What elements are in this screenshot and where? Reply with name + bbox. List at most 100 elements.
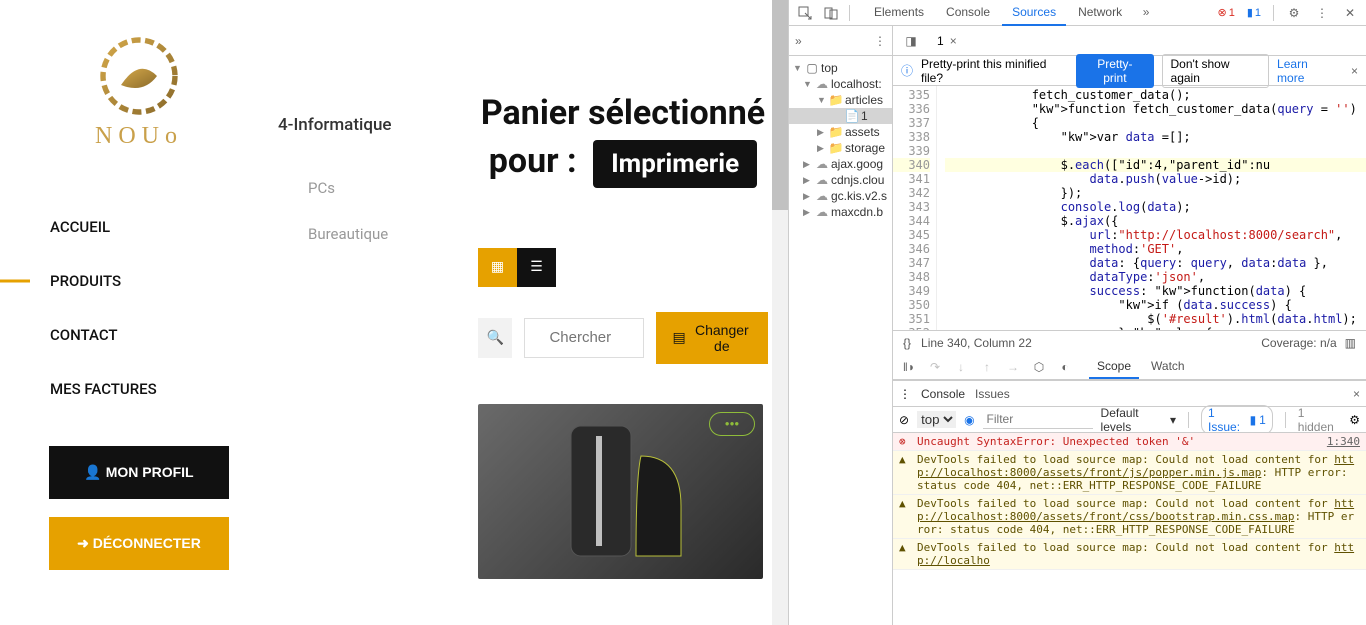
editor-tab[interactable]: 1 × (929, 29, 965, 53)
dont-show-button[interactable]: Don't show again (1162, 54, 1270, 88)
list-alt-icon: ▤ (672, 329, 685, 346)
step-icon[interactable]: → (1001, 356, 1025, 378)
subnav-bureautique[interactable]: Bureautique (278, 211, 458, 257)
log-levels-select[interactable]: Default levels ▾ (1101, 406, 1177, 434)
app-sidebar: NOUo ACCUEIL PRODUITS CONTACT MES FACTUR… (0, 0, 278, 625)
close-devtools-icon[interactable]: ✕ (1338, 1, 1362, 25)
file-navigator: » ⋮ ▼▢top ▼☁localhost: ▼📁articles 📄1 ▶📁a… (789, 26, 893, 625)
console-filter-input[interactable] (983, 410, 1093, 429)
pretty-msg: Pretty-print this minified file? (921, 57, 1068, 85)
tree-articles[interactable]: ▼📁articles (789, 92, 892, 108)
deconnecter-button[interactable]: ➜ DÉCONNECTER (49, 517, 229, 570)
console-drawer-tab[interactable]: Console (921, 387, 965, 401)
tree-cdnjs[interactable]: ▶☁cdnjs.clou (789, 172, 892, 188)
selected-cart-badge: Imprimerie (593, 140, 757, 188)
context-select[interactable]: top (917, 411, 956, 428)
editor-status-bar: {} Line 340, Column 22 Coverage: n/a ▥ (893, 330, 1366, 354)
subnav-title: 4-Informatique (278, 115, 458, 135)
tree-maxcdn[interactable]: ▶☁maxcdn.b (789, 204, 892, 220)
tab-elements[interactable]: Elements (864, 0, 934, 26)
change-button[interactable]: ▤ Changer de (656, 312, 768, 364)
logo-text: NOUo (95, 123, 183, 150)
devtools-toolbar: Elements Console Sources Network » ⊗1 ▮1… (789, 0, 1366, 26)
tab-network[interactable]: Network (1068, 0, 1132, 26)
more-nav-icon[interactable]: » (795, 34, 802, 48)
error-count-badge[interactable]: ⊗1 (1213, 6, 1238, 19)
nav-produits[interactable]: PRODUITS (0, 254, 278, 308)
console-settings-icon[interactable]: ⚙ (1349, 413, 1360, 427)
tree-host[interactable]: ▼☁localhost: (789, 76, 892, 92)
scope-tab[interactable]: Scope (1089, 355, 1139, 379)
console-log[interactable]: ⊗Uncaught SyntaxError: Unexpected token … (893, 433, 1366, 625)
search-icon: 🔍 (487, 330, 504, 346)
more-tabs-icon[interactable]: » (1134, 0, 1158, 24)
learn-more-link[interactable]: Learn more (1277, 57, 1337, 85)
devtools: Elements Console Sources Network » ⊗1 ▮1… (788, 0, 1366, 625)
close-tab-icon[interactable]: × (950, 34, 957, 48)
device-toggle-icon[interactable] (819, 1, 843, 25)
settings-icon[interactable]: ⚙ (1282, 1, 1306, 25)
console-drawer: ⋮ Console Issues × ⊘ top ◉ Default level… (893, 380, 1366, 625)
issues-drawer-tab[interactable]: Issues (975, 387, 1010, 401)
kebab-icon[interactable]: ⋮ (1310, 1, 1334, 25)
list-icon: ☰ (530, 259, 543, 275)
pause-icon[interactable]: ‖◗ (897, 356, 921, 378)
pause-exc-icon[interactable]: ◐ (1053, 356, 1077, 378)
coverage-icon[interactable]: ▥ (1345, 336, 1356, 350)
main-content: Panier sélectionné pour : Imprimerie ▦ ☰… (458, 0, 788, 625)
hidden-count: 1 hidden (1298, 406, 1341, 434)
nav-factures[interactable]: MES FACTURES (0, 362, 278, 416)
tree-ajax-goog[interactable]: ▶☁ajax.goog (789, 156, 892, 172)
tree-file-1[interactable]: 📄1 (789, 108, 892, 124)
console-toolbar: ⊘ top ◉ Default levels ▾ 1 Issue: ▮ 1 1 … (893, 407, 1366, 433)
logo: NOUo (79, 30, 199, 150)
navigator-kebab-icon[interactable]: ⋮ (874, 34, 886, 48)
issue-count-badge[interactable]: ▮1 (1243, 6, 1265, 19)
step-over-icon[interactable]: ↷ (923, 356, 947, 378)
category-subnav: 4-Informatique PCs Bureautique (278, 0, 458, 625)
coverage-label: Coverage: n/a (1261, 336, 1336, 350)
tab-sources[interactable]: Sources (1002, 0, 1066, 26)
list-view-button[interactable]: ☰ (517, 248, 556, 287)
info-icon: ⓘ (901, 62, 913, 79)
inspect-icon[interactable] (793, 1, 817, 25)
watch-tab[interactable]: Watch (1143, 355, 1193, 379)
nav-back-icon[interactable]: ◨ (905, 34, 916, 48)
search-bar: 🔍 ▤ Changer de (478, 312, 768, 364)
clear-console-icon[interactable]: ⊘ (899, 413, 909, 427)
search-input[interactable] (524, 318, 644, 358)
issue-icon: ▮ (1247, 6, 1253, 19)
step-out-icon[interactable]: ↑ (975, 356, 999, 378)
product-image: ●●● (478, 404, 763, 579)
error-icon: ⊗ (1217, 6, 1226, 19)
close-bar-icon[interactable]: × (1351, 64, 1358, 78)
nav-contact[interactable]: CONTACT (0, 308, 278, 362)
user-icon: 👤 (84, 464, 101, 480)
editor-tabbar: ◨ 1 × (893, 26, 1366, 56)
eye-icon[interactable]: ◉ (964, 413, 974, 427)
tree-storage[interactable]: ▶📁storage (789, 140, 892, 156)
console-drawer-header: ⋮ Console Issues × (893, 381, 1366, 407)
debugger-toolbar: ‖◗ ↷ ↓ ↑ → ⬡ ◐ Scope Watch (893, 354, 1366, 380)
step-into-icon[interactable]: ↓ (949, 356, 973, 378)
drawer-kebab-icon[interactable]: ⋮ (899, 387, 911, 401)
page-scrollbar[interactable] (772, 0, 788, 625)
main-nav: ACCUEIL PRODUITS CONTACT MES FACTURES (0, 200, 278, 416)
code-area[interactable]: 3353363373383393403413423433443453463473… (893, 86, 1366, 330)
cursor-position: Line 340, Column 22 (921, 336, 1032, 350)
subnav-pcs[interactable]: PCs (278, 165, 458, 211)
grid-view-button[interactable]: ▦ (478, 248, 517, 287)
tab-console[interactable]: Console (936, 0, 1000, 26)
navigator-header: » ⋮ (789, 26, 892, 56)
close-drawer-icon[interactable]: × (1353, 387, 1360, 401)
nav-accueil[interactable]: ACCUEIL (0, 200, 278, 254)
issues-badge[interactable]: 1 Issue: ▮ 1 (1201, 405, 1273, 435)
tree-gckis[interactable]: ▶☁gc.kis.v2.s (789, 188, 892, 204)
product-brand-badge: ●●● (709, 412, 755, 436)
tree-assets[interactable]: ▶📁assets (789, 124, 892, 140)
mon-profil-button[interactable]: 👤 MON PROFIL (49, 446, 229, 499)
format-icon[interactable]: {} (903, 336, 911, 350)
tree-top[interactable]: ▼▢top (789, 60, 892, 76)
pretty-print-button[interactable]: Pretty-print (1076, 54, 1153, 88)
deactivate-bp-icon[interactable]: ⬡ (1027, 356, 1051, 378)
